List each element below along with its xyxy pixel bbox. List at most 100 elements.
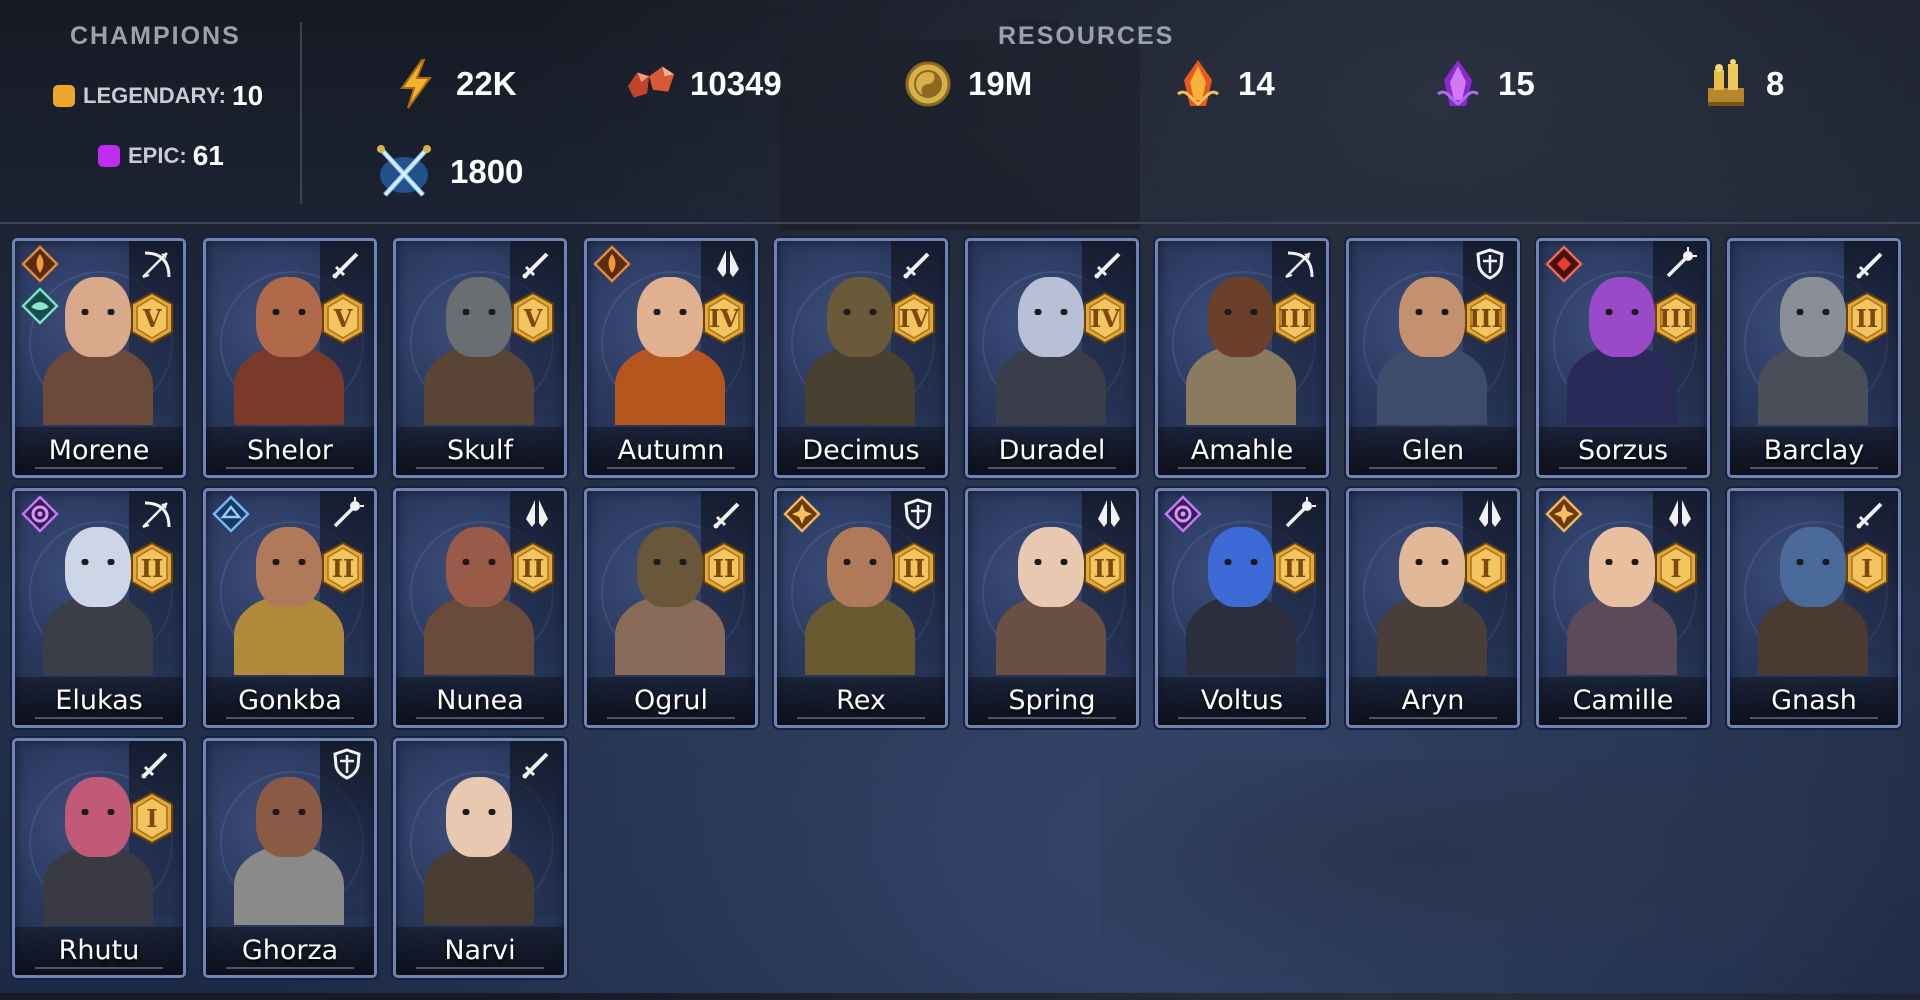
champion-card-gonkba[interactable]: II Gonkba bbox=[203, 488, 377, 728]
champion-card-rhutu[interactable]: I Rhutu bbox=[12, 738, 186, 978]
rank-badge: II bbox=[891, 541, 937, 595]
rank-badge: II bbox=[1082, 541, 1128, 595]
header-divider-line bbox=[0, 222, 1920, 224]
name-plate: Rex bbox=[777, 677, 945, 725]
name-underline bbox=[1369, 467, 1497, 469]
champion-card-nunea[interactable]: II Nunea bbox=[393, 488, 567, 728]
name-plate: Gnash bbox=[1730, 677, 1898, 725]
rank-numeral: I bbox=[1670, 554, 1682, 583]
arena-tokens-resource: 1800 bbox=[372, 140, 523, 204]
name-plate: Barclay bbox=[1730, 427, 1898, 475]
sword-class-icon bbox=[330, 247, 364, 281]
arena-tokens-value: 1800 bbox=[450, 153, 524, 190]
silver-coin-icon bbox=[902, 58, 954, 110]
name-underline bbox=[1369, 717, 1497, 719]
rank-badge: II bbox=[701, 541, 747, 595]
silver-value: 19M bbox=[968, 65, 1033, 102]
shield-class-icon bbox=[330, 747, 364, 781]
champion-card-spring[interactable]: II Spring bbox=[965, 488, 1139, 728]
rank-badge: III bbox=[1653, 291, 1699, 345]
champion-card-elukas[interactable]: II Elukas bbox=[12, 488, 186, 728]
rank-badge: IV bbox=[1082, 291, 1128, 345]
champion-card-amahle[interactable]: III Amahle bbox=[1155, 238, 1329, 478]
sword-class-icon bbox=[520, 747, 554, 781]
name-underline bbox=[226, 967, 354, 969]
champion-card-skulf[interactable]: V Skulf bbox=[393, 238, 567, 478]
champion-name: Decimus bbox=[802, 435, 920, 466]
name-plate: Narvi bbox=[396, 927, 564, 975]
name-plate: Gonkba bbox=[206, 677, 374, 725]
name-plate: Camille bbox=[1539, 677, 1707, 725]
champion-portrait bbox=[234, 773, 344, 925]
void-shards-value: 15 bbox=[1498, 65, 1535, 102]
sword-class-icon bbox=[520, 247, 554, 281]
rank-numeral: V bbox=[142, 304, 162, 333]
rank-badge: V bbox=[510, 291, 556, 345]
force-affinity-icon bbox=[783, 495, 821, 533]
prayer-class-icon bbox=[1092, 497, 1126, 531]
silver-resource: 19M bbox=[902, 58, 1032, 110]
name-plate: Voltus bbox=[1158, 677, 1326, 725]
rank-numeral: III bbox=[1469, 304, 1503, 333]
prayer-class-icon bbox=[711, 247, 745, 281]
champion-name: Shelor bbox=[247, 435, 333, 466]
champion-card-voltus[interactable]: II Voltus bbox=[1155, 488, 1329, 728]
trophy-icon bbox=[1700, 58, 1752, 110]
champion-card-barclay[interactable]: II Barclay bbox=[1727, 238, 1901, 478]
champion-card-autumn[interactable]: IV Autumn bbox=[584, 238, 758, 478]
champion-card-duradel[interactable]: IV Duradel bbox=[965, 238, 1139, 478]
rank-badge: V bbox=[129, 291, 175, 345]
rank-numeral: V bbox=[523, 304, 543, 333]
champion-name: Autumn bbox=[617, 435, 725, 466]
rank-badge: III bbox=[1272, 291, 1318, 345]
name-underline bbox=[1559, 467, 1687, 469]
champion-card-sorzus[interactable]: III Sorzus bbox=[1536, 238, 1710, 478]
champion-card-narvi[interactable]: Narvi bbox=[393, 738, 567, 978]
champion-card-rex[interactable]: II Rex bbox=[774, 488, 948, 728]
staff-class-icon bbox=[1282, 497, 1316, 531]
rank-badge: I bbox=[129, 791, 175, 845]
sword-class-icon bbox=[711, 497, 745, 531]
fire-shard-icon bbox=[1172, 58, 1224, 110]
name-underline bbox=[226, 467, 354, 469]
rank-numeral: II bbox=[1093, 554, 1117, 583]
name-underline bbox=[1559, 717, 1687, 719]
champion-card-morene[interactable]: V Morene bbox=[12, 238, 186, 478]
header-panel: CHAMPIONS LEGENDARY: 10 EPIC: 61 RESOURC… bbox=[0, 0, 1920, 222]
magic-affinity-icon bbox=[212, 495, 250, 533]
champion-name: Rhutu bbox=[58, 935, 140, 966]
champion-card-ghorza[interactable]: Ghorza bbox=[203, 738, 377, 978]
champion-card-aryn[interactable]: I Aryn bbox=[1346, 488, 1520, 728]
sword-class-icon bbox=[1854, 247, 1888, 281]
name-underline bbox=[797, 467, 925, 469]
champion-name: Voltus bbox=[1200, 685, 1284, 716]
name-underline bbox=[416, 967, 544, 969]
champion-card-shelor[interactable]: V Shelor bbox=[203, 238, 377, 478]
energy-resource: 22K bbox=[390, 58, 517, 110]
champion-card-glen[interactable]: III Glen bbox=[1346, 238, 1520, 478]
rank-numeral: V bbox=[333, 304, 353, 333]
rank-badge: III bbox=[1463, 291, 1509, 345]
champion-card-camille[interactable]: I Camille bbox=[1536, 488, 1710, 728]
champion-name: Nunea bbox=[436, 685, 524, 716]
rank-badge: II bbox=[1844, 291, 1890, 345]
name-plate: Ogrul bbox=[587, 677, 755, 725]
rank-numeral: II bbox=[1855, 304, 1879, 333]
fire-shards-resource: 14 bbox=[1172, 58, 1275, 110]
champion-name: Skulf bbox=[446, 435, 514, 466]
rank-badge: II bbox=[510, 541, 556, 595]
champion-card-gnash[interactable]: I Gnash bbox=[1727, 488, 1901, 728]
name-underline bbox=[416, 717, 544, 719]
name-underline bbox=[607, 467, 735, 469]
champion-name: Camille bbox=[1572, 685, 1674, 716]
rank-badge: IV bbox=[891, 291, 937, 345]
nature-affinity-icon bbox=[21, 287, 59, 325]
champion-name: Gnash bbox=[1771, 685, 1857, 716]
champions-title: CHAMPIONS bbox=[70, 22, 241, 50]
champion-card-ogrul[interactable]: II Ogrul bbox=[584, 488, 758, 728]
champion-card-decimus[interactable]: IV Decimus bbox=[774, 238, 948, 478]
energy-icon bbox=[390, 58, 442, 110]
name-plate: Morene bbox=[15, 427, 183, 475]
trophies-resource: 8 bbox=[1700, 58, 1784, 110]
rank-badge: I bbox=[1653, 541, 1699, 595]
